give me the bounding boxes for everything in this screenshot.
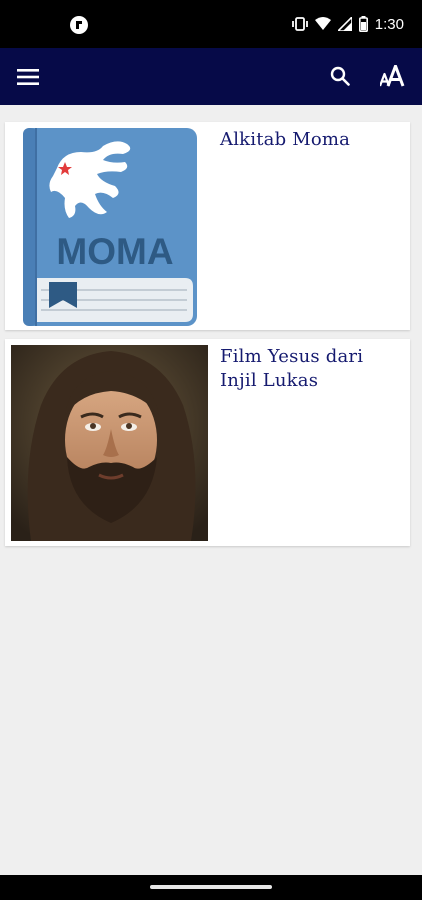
list-item-film-yesus[interactable]: Film Yesus dari Injil Lukas: [5, 339, 410, 546]
item-title: Film Yesus dari Injil Lukas: [220, 346, 364, 391]
moma-logo-text: MOMA: [56, 231, 173, 272]
status-icons: 1:30: [291, 13, 404, 35]
app-bar: [0, 48, 422, 105]
font-size-button[interactable]: [370, 60, 416, 92]
vibrate-icon: [291, 17, 308, 31]
signal-icon: [337, 17, 352, 31]
menu-button[interactable]: [10, 62, 46, 92]
status-time: 1:30: [374, 15, 404, 33]
status-bar: 1:30: [0, 0, 422, 48]
item-title: Alkitab Moma: [220, 129, 351, 150]
content-list: MOMA Alkitab Moma Film Yesus dari Injil …: [0, 105, 422, 875]
app-notification-icon: [70, 16, 88, 34]
jesus-film-portrait: [11, 345, 208, 541]
search-button[interactable]: [322, 60, 358, 92]
wifi-icon: [314, 17, 331, 30]
list-item-alkitab-moma[interactable]: MOMA Alkitab Moma: [5, 122, 410, 330]
navigation-bar: [0, 875, 422, 900]
menu-icon: [17, 69, 39, 85]
home-gesture-handle[interactable]: [150, 885, 272, 889]
search-icon: [330, 66, 350, 86]
battery-icon: [358, 16, 368, 32]
moma-bible-book-image: MOMA: [23, 128, 197, 326]
font-size-icon: [380, 65, 405, 87]
